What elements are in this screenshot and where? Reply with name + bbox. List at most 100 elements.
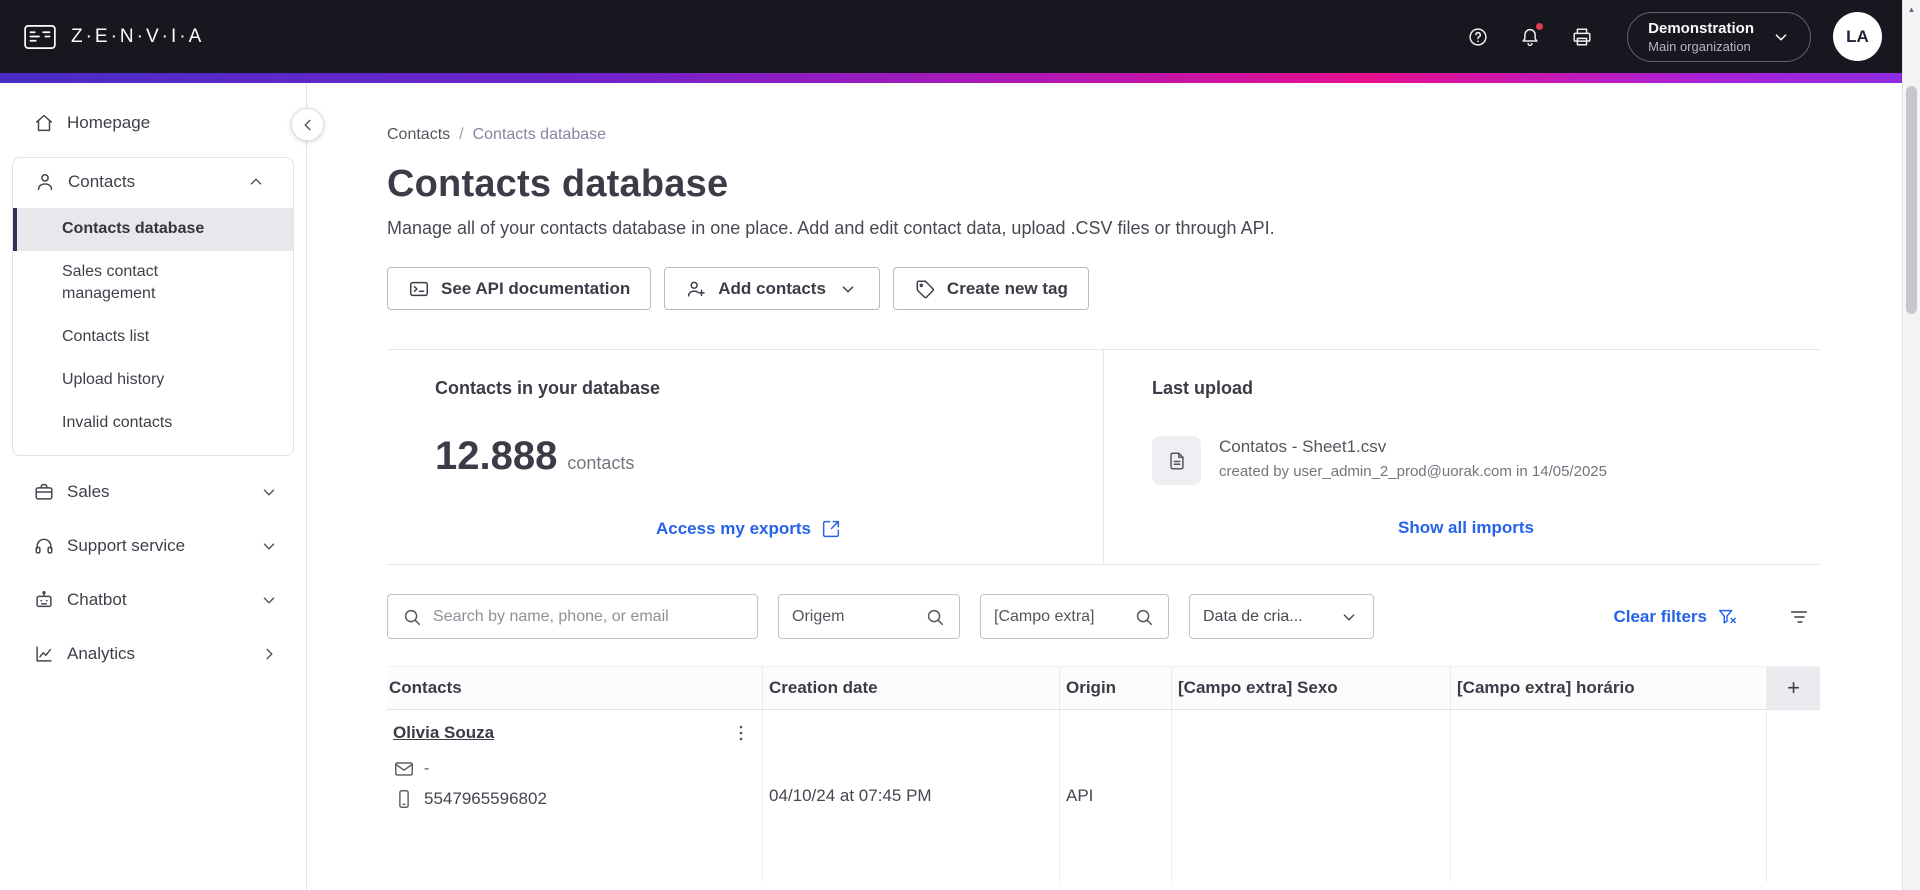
sidebar-collapse-button[interactable]	[291, 108, 324, 141]
sidebar-item-upload-history[interactable]: Upload history	[13, 359, 293, 402]
contact-name-link[interactable]: Olivia Souza	[393, 722, 494, 744]
tag-icon	[916, 279, 934, 298]
org-subtitle: Main organization	[1648, 38, 1751, 54]
avatar[interactable]: LA	[1833, 12, 1882, 61]
printer-button[interactable]	[1563, 18, 1601, 56]
sidebar-item-contacts[interactable]: Contacts	[13, 158, 293, 206]
page-subtitle: Manage all of your contacts database in …	[387, 218, 1275, 238]
column-header-creation-date[interactable]: Creation date	[763, 666, 1060, 710]
contacts-card-title: Contacts in your database	[435, 378, 661, 398]
sidebar-item-label: Analytics	[67, 644, 136, 663]
robot-icon	[36, 591, 52, 608]
org-switcher[interactable]: Demonstration Main organization	[1627, 11, 1811, 62]
sidebar-item-chatbot[interactable]: Chatbot	[0, 576, 306, 624]
link-label: Show all imports	[1397, 518, 1535, 537]
help-button[interactable]	[1459, 18, 1497, 56]
date-filter-label: Data de cria...	[1203, 607, 1303, 625]
chevron-down-icon	[1343, 613, 1355, 620]
filter-list-icon	[1790, 610, 1808, 623]
zenvia-logo-icon	[22, 21, 58, 53]
contact-phone: 5547965596802	[424, 789, 547, 808]
create-new-tag-button[interactable]: Create new tag	[892, 267, 1089, 310]
chevron-up-icon	[250, 178, 262, 185]
column-header-contacts[interactable]: Contacts	[387, 666, 763, 710]
search-input[interactable]	[433, 607, 744, 626]
printer-icon	[1573, 27, 1591, 46]
cell-origin: API	[1060, 710, 1172, 882]
export-icon	[822, 520, 840, 538]
person-plus-icon	[688, 281, 706, 297]
table-header-row: Contacts Creation date Origin [Campo ext…	[387, 666, 1820, 710]
sidebar-item-label: Homepage	[67, 113, 151, 132]
sidebar: Homepage Contacts Contacts database Sale…	[0, 83, 307, 890]
scrollbar[interactable]: ▲	[1902, 0, 1920, 890]
sidebar-item-label: Chatbot	[67, 590, 127, 609]
chevron-left-icon	[304, 119, 311, 130]
sidebar-item-support-service[interactable]: Support service	[0, 522, 306, 570]
add-column-button[interactable]: +	[1767, 666, 1820, 710]
access-my-exports-link[interactable]: Access my exports	[656, 518, 842, 540]
cell-add-column	[1767, 710, 1820, 882]
upload-file-text: Contatos - Sheet1.csv created by user_ad…	[1219, 436, 1607, 482]
add-contacts-button[interactable]: Add contacts	[664, 267, 880, 310]
filter-bar: Data de cria... Clear filters	[387, 594, 1820, 639]
sidebar-item-analytics[interactable]: Analytics	[0, 630, 306, 678]
envelope-icon	[395, 762, 413, 776]
contact-phone-line: 5547965596802	[393, 788, 720, 810]
sidebar-item-sales-contact-management[interactable]: Sales contact management	[13, 251, 293, 316]
last-upload-card: Last upload Contatos - Sheet1.csv create…	[1104, 350, 1820, 564]
summary-cards: Contacts in your database 12.888 contact…	[387, 349, 1820, 565]
row-menu-button[interactable]	[728, 720, 754, 746]
sidebar-item-invalid-contacts[interactable]: Invalid contacts	[13, 402, 293, 445]
sidebar-item-sales[interactable]: Sales	[0, 468, 306, 516]
table-row: Olivia Souza - 5547965596802 04/10/24 at…	[387, 710, 1820, 882]
search-icon	[1136, 609, 1153, 625]
column-header-campo-extra-sexo[interactable]: [Campo extra] Sexo	[1172, 666, 1451, 710]
toolbar: See API documentation Add contacts Creat…	[387, 267, 1820, 310]
breadcrumb-contacts[interactable]: Contacts	[387, 123, 450, 147]
origin-filter-input[interactable]	[792, 607, 914, 626]
sidebar-subitem-label: Invalid contacts	[62, 414, 173, 431]
creation-date-filter[interactable]: Data de cria...	[1189, 594, 1374, 639]
home-icon	[35, 114, 53, 132]
app-window: Z·E·N·V·I·A Demonstration Main organizat…	[0, 0, 1902, 890]
column-header-campo-extra-horario[interactable]: [Campo extra] horário	[1451, 666, 1767, 710]
sidebar-item-label: Support service	[67, 536, 186, 555]
scrollbar-thumb[interactable]	[1906, 86, 1917, 314]
main-content: Contacts / Contacts database Contacts da…	[307, 83, 1902, 890]
notifications-button[interactable]	[1511, 18, 1549, 56]
briefcase-icon	[35, 483, 53, 500]
sidebar-item-contacts-list[interactable]: Contacts list	[13, 316, 293, 359]
scroll-up-arrow[interactable]: ▲	[1903, 5, 1920, 14]
link-label: Access my exports	[656, 519, 811, 538]
show-all-imports-link[interactable]: Show all imports	[1398, 518, 1534, 538]
sidebar-subitem-label: Sales contact management	[62, 263, 159, 302]
terminal-icon	[410, 281, 428, 296]
cell-contact: Olivia Souza - 5547965596802	[387, 710, 763, 882]
sidebar-item-homepage[interactable]: Homepage	[0, 99, 306, 147]
button-label: Create new tag	[946, 278, 1068, 298]
see-api-documentation-button[interactable]: See API documentation	[387, 267, 652, 310]
help-icon	[1469, 27, 1487, 46]
sidebar-item-label: Contacts	[68, 172, 136, 191]
breadcrumb-separator: /	[459, 126, 464, 143]
chevron-down-icon	[263, 597, 275, 604]
origin-filter	[778, 594, 960, 639]
sidebar-subitem-label: Contacts list	[62, 328, 150, 345]
extra-field-filter-input[interactable]	[994, 607, 1123, 626]
extra-field-filter	[980, 594, 1169, 639]
upload-card-title: Last upload	[1152, 378, 1254, 398]
brand-name: Z·E·N·V·I·A	[71, 25, 205, 47]
brand[interactable]: Z·E·N·V·I·A	[22, 21, 204, 53]
column-header-origin[interactable]: Origin	[1060, 666, 1172, 710]
clear-filters-link[interactable]: Clear filters	[1613, 606, 1738, 628]
contacts-table: Contacts Creation date Origin [Campo ext…	[387, 666, 1820, 882]
filter-list-button[interactable]	[1788, 606, 1810, 628]
upload-filename: Contatos - Sheet1.csv	[1219, 437, 1387, 456]
search-icon	[404, 609, 421, 625]
contacts-count-row: 12.888 contacts	[435, 432, 1063, 480]
cell-campo-extra-horario	[1451, 710, 1767, 882]
search-filter	[387, 594, 758, 639]
brand-gradient-bar	[0, 73, 1902, 83]
sidebar-item-contacts-database[interactable]: Contacts database	[13, 208, 293, 251]
